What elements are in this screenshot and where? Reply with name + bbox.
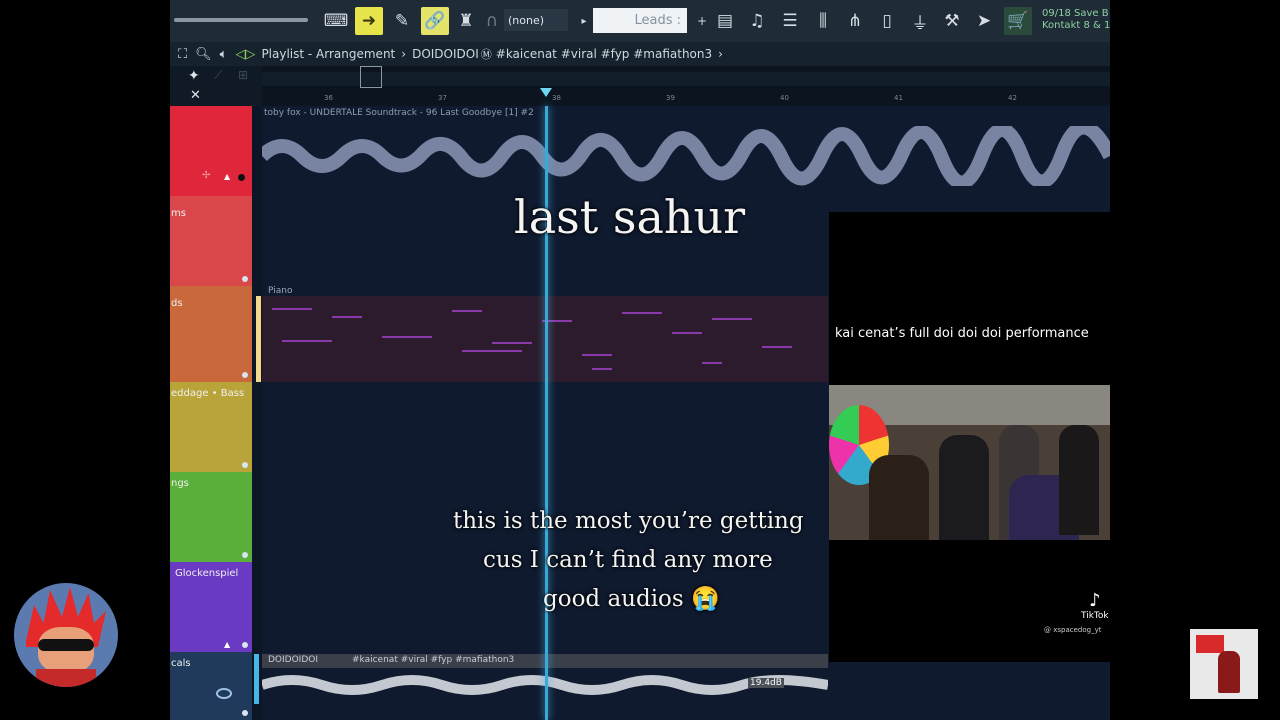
character-icon [1218, 651, 1240, 693]
breadcrumb-pattern[interactable]: DOIDOIDOI [412, 47, 479, 61]
mixer-icon[interactable]: ⫼ [809, 7, 837, 35]
playlist-titlebar: ⛶ 🔍︎ 🔈︎ ◁▷ Playlist - Arrangement › DOID… [170, 42, 1110, 66]
gain-badge: 19.4dB [748, 678, 784, 688]
ruler-bar-label: 40 [780, 94, 789, 102]
toolbar: ⌨ ➜ ✎ 🔗 ♜ ∩ (none) ▸ Leads : + ▤ ♫ ☰ ⫼ ⋔… [170, 0, 1110, 42]
ruler-bar-label: 41 [894, 94, 903, 102]
ruler-bar-label: 36 [324, 94, 333, 102]
tiktok-note-icon: ♪ [1089, 590, 1101, 611]
clip-label: toby fox - UNDERTALE Soundtrack - 96 Las… [264, 108, 534, 118]
loop-region[interactable] [360, 66, 382, 88]
tiktok-overlay: kai cenat’s full doi doi doi performance… [829, 212, 1110, 662]
track-header[interactable]: cals [170, 652, 252, 720]
track-name: ds [171, 298, 183, 309]
track-lane[interactable]: DOIDOIDOI #kaicenat #viral #fyp #mafiath… [254, 652, 1110, 720]
track-led[interactable] [242, 372, 248, 378]
zoom-icon[interactable]: 🔍︎ [195, 47, 212, 62]
fullscreen-icon[interactable]: ⛶ [178, 47, 187, 62]
arrow-right-icon[interactable]: ➜ [355, 7, 383, 35]
track-header[interactable]: ms [170, 196, 252, 287]
track-name: cals [171, 658, 191, 669]
tiktok-logo: ♪ TikTok [1081, 590, 1109, 621]
tiktok-video[interactable] [829, 385, 1110, 540]
channel-rack-icon[interactable]: ☰ [776, 7, 804, 35]
record-icon[interactable] [238, 174, 245, 181]
master-volume-slider[interactable] [174, 18, 308, 22]
close-icon[interactable]: ✕ [190, 88, 201, 103]
clip-edge[interactable] [254, 654, 259, 704]
eye-icon[interactable] [216, 688, 232, 699]
track-name: ms [171, 208, 186, 219]
track-led[interactable] [242, 462, 248, 468]
clip-edge[interactable] [256, 296, 261, 382]
plugin-icon[interactable]: ⏚ [906, 7, 934, 35]
sunglasses-icon [38, 639, 94, 651]
slide-icon[interactable]: ⟋ [214, 68, 222, 83]
clip-tags: #kaicenat #viral #fyp #mafiathon3 [352, 655, 515, 665]
arrow-up-icon[interactable]: ▲ [224, 172, 230, 181]
track-name: ngs [171, 478, 189, 489]
track-header[interactable]: eddage • Bass [170, 382, 252, 473]
cart-icon[interactable]: 🛒 [1004, 7, 1032, 35]
tool-icon[interactable]: ⚒ [938, 7, 966, 35]
subscribe-badge[interactable] [1190, 629, 1258, 699]
file-icon[interactable]: ▯ [873, 7, 901, 35]
ruler-bar-label: 39 [666, 94, 675, 102]
caption-title: last sahur [514, 190, 746, 244]
pattern-select[interactable]: (none) [504, 9, 568, 31]
ruler-bar-label: 42 [1008, 94, 1017, 102]
pattern-name-field[interactable]: Leads : [593, 8, 687, 33]
track-header[interactable]: ds [170, 286, 252, 383]
magnet-icon[interactable]: ∩ [478, 7, 506, 35]
browser-icon[interactable]: ⋔ [841, 7, 869, 35]
breadcrumb-tags: #kaicenat #viral #fyp #mafiathon3 [495, 47, 713, 61]
timeline-ruler[interactable]: 36 37 38 39 40 41 42 [170, 66, 1110, 106]
hint-text: 09/18 Save B Kontakt 8 & 1 [1042, 8, 1110, 31]
pattern-icon: Ⓜ [480, 48, 492, 61]
stamp-icon[interactable]: ♜ [452, 7, 480, 35]
piano-roll-icon[interactable]: ♫ [743, 7, 771, 35]
snap-icon[interactable]: ✦ [188, 68, 200, 84]
caption-line: cus I can’t find any more [483, 547, 773, 573]
track-name: eddage • Bass [171, 388, 245, 399]
caption-line: good audios 😭 [543, 586, 720, 612]
play-icon[interactable]: ◁▷ [235, 47, 255, 62]
ruler-bar-label: 38 [552, 94, 561, 102]
track-header[interactable]: ngs [170, 472, 252, 563]
playhead-marker[interactable] [540, 88, 552, 97]
add-icon[interactable]: ✢ [202, 170, 210, 181]
track-header[interactable]: ✢ ▲ [170, 106, 252, 197]
brush-icon[interactable]: ✎ [388, 7, 416, 35]
track-led[interactable] [242, 642, 248, 648]
channel-avatar [14, 583, 118, 687]
playlist-title: Playlist - Arrangement [261, 47, 396, 61]
feedback-icon[interactable]: ➤ [970, 7, 998, 35]
track-lane[interactable]: toby fox - UNDERTALE Soundtrack - 96 Las… [262, 106, 1110, 197]
audio-waveform [262, 126, 1110, 186]
caption-line: this is the most you’re getting [453, 508, 804, 534]
speaker-icon[interactable]: 🔈︎ [220, 47, 228, 62]
ruler-bar-label: 37 [438, 94, 447, 102]
piano-icon[interactable]: ⌨ [322, 7, 350, 35]
tiktok-handle: @ xspacedog_yt [1044, 626, 1102, 634]
clip-label: DOIDOIDOI [268, 655, 319, 665]
grid-icon[interactable]: ⊞ [238, 68, 248, 82]
clip-label: Piano [268, 286, 293, 296]
track-header[interactable]: Glockenspiel ▲ [170, 562, 252, 653]
link-icon[interactable]: 🔗 [421, 7, 449, 35]
track-led[interactable] [242, 710, 248, 716]
track-tools: ✦ ⟋ ⊞ ✕ [170, 66, 262, 106]
track-led[interactable] [242, 552, 248, 558]
playlist-icon[interactable]: ▤ [711, 7, 739, 35]
subscribe-sign-icon [1196, 635, 1224, 653]
tiktok-caption: kai cenat’s full doi doi doi performance [835, 326, 1089, 341]
track-led[interactable] [242, 276, 248, 282]
arrow-up-icon[interactable]: ▲ [224, 640, 230, 649]
track-name: Glockenspiel [175, 568, 239, 579]
